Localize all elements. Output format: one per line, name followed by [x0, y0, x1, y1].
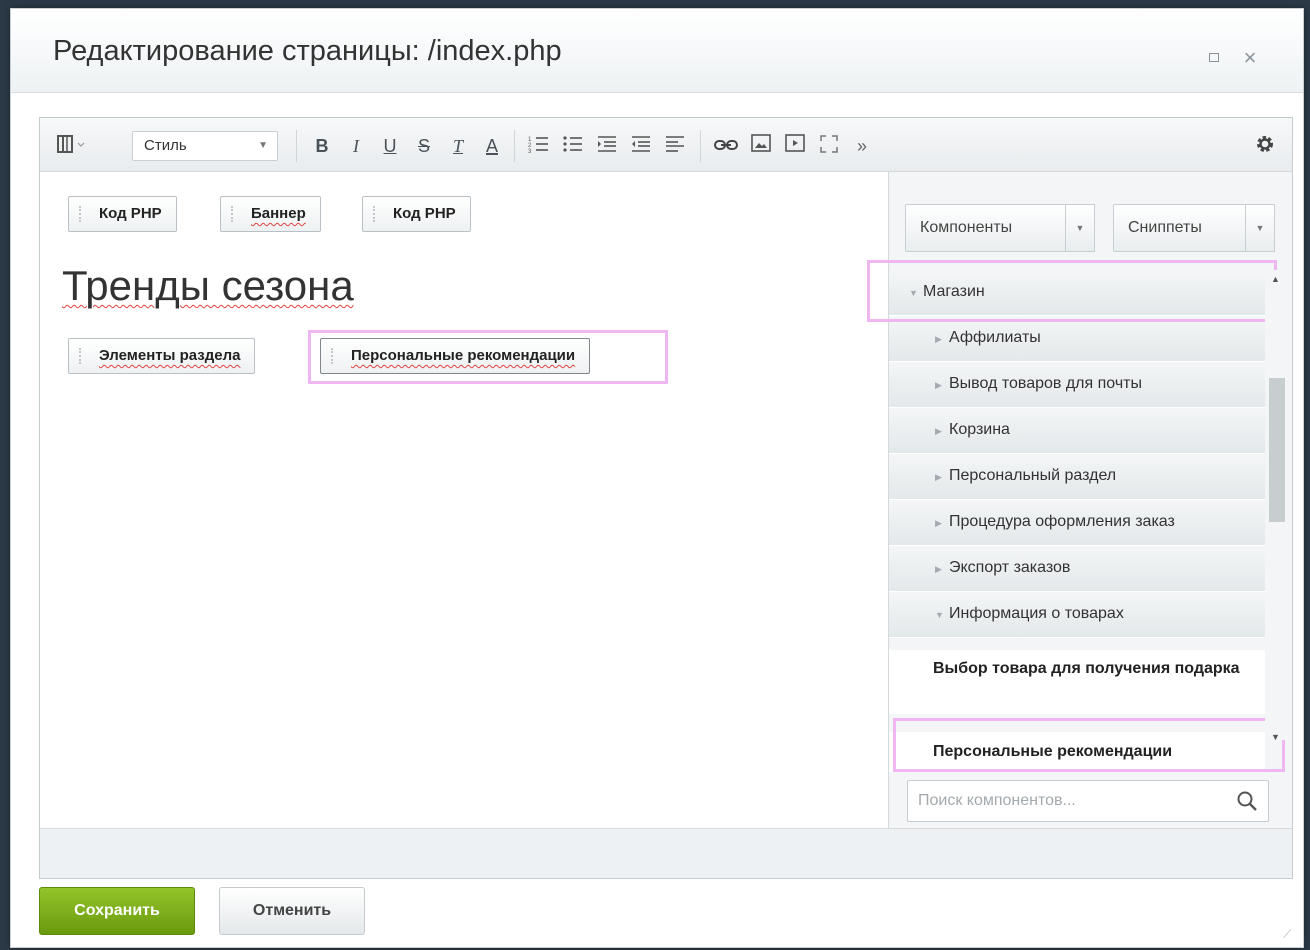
video-icon[interactable] — [782, 134, 808, 158]
chevron-down-icon: ▼ — [258, 140, 268, 151]
italic-button[interactable]: I — [344, 134, 368, 158]
component-chip-banner[interactable]: Баннер — [220, 196, 321, 232]
toolbar-divider — [700, 130, 701, 162]
components-sidebar: Компоненты ▼ Сниппеты ▼ ▼ Магазин ▶ Аффили… — [867, 172, 1292, 828]
align-icon[interactable] — [662, 134, 688, 158]
collapsed-triangle-icon: ▶ — [935, 426, 942, 436]
component-label: Выбор товара для получения подарка — [933, 660, 1240, 677]
indent-icon[interactable] — [594, 134, 620, 158]
bold-button[interactable]: B — [310, 134, 334, 158]
tree-item-checkout[interactable]: ▶ Процедура оформления заказ — [889, 500, 1265, 546]
component-chip-personal-recommendations[interactable]: Персональные рекомендации — [320, 338, 591, 374]
collapsed-triangle-icon: ▶ — [935, 380, 942, 390]
drag-handle-icon[interactable] — [373, 206, 379, 222]
dialog-title: Редактирование страницы: /index.php — [53, 35, 562, 67]
view-mode-icon[interactable] — [54, 134, 90, 158]
svg-text:3: 3 — [528, 149, 532, 154]
drag-handle-icon[interactable] — [231, 206, 237, 222]
component-search[interactable] — [907, 780, 1269, 822]
scroll-up-icon[interactable]: ▲ — [1271, 274, 1280, 284]
image-icon[interactable] — [748, 134, 774, 158]
scroll-thumb[interactable] — [1269, 378, 1285, 522]
tree-item-label: Магазин — [923, 283, 985, 300]
component-chip-php[interactable]: Код PHP — [362, 196, 471, 232]
collapsed-triangle-icon: ▶ — [935, 334, 942, 344]
clear-format-button[interactable]: T — [446, 134, 470, 158]
close-icon[interactable]: × — [1241, 47, 1259, 69]
collapsed-triangle-icon: ▶ — [935, 564, 942, 574]
underline-button[interactable]: U — [378, 134, 402, 158]
components-button[interactable]: Компоненты — [905, 204, 1081, 252]
tree-item-label: Процедура оформления заказ — [949, 513, 1175, 530]
expanded-triangle-icon: ▼ — [935, 610, 944, 620]
tree-item-order-export[interactable]: ▶ Экспорт заказов — [889, 546, 1265, 592]
chip-label: Элементы раздела — [99, 347, 241, 364]
editor-content[interactable]: Код PHP Баннер Код PHP Тренды сезона Эле… — [40, 172, 888, 828]
chip-label: Баннер — [251, 205, 306, 222]
tree-item-label: Корзина — [949, 421, 1010, 438]
edit-page-dialog: Редактирование страницы: /index.php × Ст… — [10, 8, 1304, 948]
search-icon[interactable] — [1236, 790, 1258, 812]
numbered-list-icon[interactable]: 123 — [526, 134, 552, 158]
tree-item-product-info[interactable]: ▼ Информация о товарах — [889, 592, 1265, 638]
toolbar-divider — [296, 130, 297, 162]
font-color-button[interactable]: A — [480, 134, 504, 158]
chip-label: Код PHP — [99, 205, 162, 222]
component-personal-recommendations[interactable]: Персональные рекомендации — [889, 732, 1265, 772]
tree-item-shop[interactable]: ▼ Магазин — [889, 270, 1265, 316]
tree-item-label: Информация о товарах — [949, 605, 1124, 622]
snippets-button-label: Сниппеты — [1128, 219, 1202, 236]
collapsed-triangle-icon: ▶ — [935, 472, 942, 482]
tree-item-label: Персональный раздел — [949, 467, 1117, 484]
resize-handle-icon[interactable]: ⟋ — [1283, 927, 1297, 941]
tree-item-affiliates[interactable]: ▶ Аффилиаты — [889, 316, 1265, 362]
editor-status-bar — [40, 828, 1292, 878]
chip-label: Персональные рекомендации — [351, 347, 576, 364]
tree-item-personal-section[interactable]: ▶ Персональный раздел — [889, 454, 1265, 500]
bulleted-list-icon[interactable] — [560, 134, 586, 158]
strikethrough-button[interactable]: S — [412, 134, 436, 158]
scroll-down-icon[interactable]: ▼ — [1271, 732, 1280, 742]
snippets-button[interactable]: Сниппеты — [1113, 204, 1249, 252]
heading-text: Тренды сезона — [62, 262, 354, 309]
expanded-triangle-icon: ▼ — [909, 288, 918, 298]
components-button-label: Компоненты — [920, 219, 1013, 236]
outdent-icon[interactable] — [628, 134, 654, 158]
tree-item-mail-products[interactable]: ▶ Вывод товаров для почты — [889, 362, 1265, 408]
link-icon[interactable] — [712, 134, 740, 158]
style-select-value: Стиль — [144, 137, 187, 154]
save-button[interactable]: Сохранить — [39, 887, 195, 935]
cancel-button[interactable]: Отменить — [219, 887, 365, 935]
chip-label: Код PHP — [393, 205, 456, 222]
collapsed-triangle-icon: ▶ — [935, 518, 942, 528]
editor-toolbar: Стиль ▼ B I U S T A 123 » — [40, 118, 1292, 172]
components-dropdown-icon[interactable]: ▼ — [1065, 204, 1095, 252]
component-gift-product[interactable]: Выбор товара для получения подарка — [889, 650, 1265, 714]
html-editor: Стиль ▼ B I U S T A 123 » Код PHP Баннер… — [39, 117, 1293, 879]
gear-icon[interactable] — [1252, 134, 1278, 158]
component-label: Персональные рекомендации — [933, 743, 1173, 760]
toolbar-divider — [514, 130, 515, 162]
maximize-icon[interactable] — [1205, 49, 1223, 67]
tree-item-label: Аффилиаты — [949, 329, 1041, 346]
more-icon[interactable]: » — [850, 134, 874, 158]
drag-handle-icon[interactable] — [331, 348, 337, 364]
tree-item-label: Вывод товаров для почты — [949, 375, 1142, 392]
style-select[interactable]: Стиль ▼ — [132, 131, 278, 161]
tree-item-label: Экспорт заказов — [949, 559, 1071, 576]
fullscreen-icon[interactable] — [816, 134, 842, 158]
page-heading[interactable]: Тренды сезона — [62, 262, 354, 310]
tree-scrollbar[interactable]: ▲ ▼ — [1265, 270, 1289, 742]
snippets-dropdown-icon[interactable]: ▼ — [1245, 204, 1275, 252]
tree-item-cart[interactable]: ▶ Корзина — [889, 408, 1265, 454]
component-chip-section-elements[interactable]: Элементы раздела — [68, 338, 256, 374]
drag-handle-icon[interactable] — [79, 206, 85, 222]
component-chip-php[interactable]: Код PHP — [68, 196, 177, 232]
drag-handle-icon[interactable] — [79, 348, 85, 364]
dialog-header: Редактирование страницы: /index.php × — [11, 9, 1303, 93]
component-search-input[interactable] — [908, 781, 1228, 821]
